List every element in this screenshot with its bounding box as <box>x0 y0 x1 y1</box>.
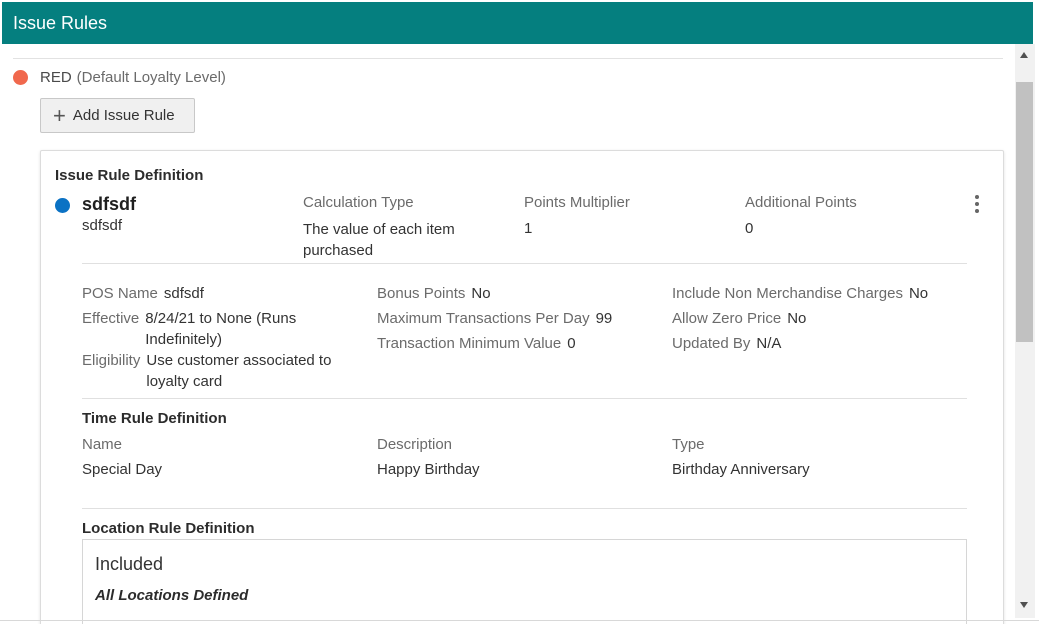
top-divider <box>13 58 1003 59</box>
eligibility-label: Eligibility <box>82 352 141 369</box>
calculation-type-value-line1: The value of each item <box>303 221 455 238</box>
additional-points-value: 0 <box>745 220 754 237</box>
additional-points-label: Additional Points <box>745 194 857 211</box>
bonus-points-value: No <box>471 285 491 302</box>
points-multiplier-label: Points Multiplier <box>524 194 630 211</box>
bonus-points-row: Bonus Points No <box>377 283 491 304</box>
time-rule-title: Time Rule Definition <box>82 410 227 427</box>
effective-row: Effective 8/24/21 to None (Runs Indefini… <box>82 308 296 350</box>
time-rule-name-label: Name <box>82 436 123 453</box>
rule-status-dot-icon <box>55 198 70 213</box>
rule-name: sdfsdf <box>82 194 136 214</box>
vertical-scrollbar[interactable] <box>1015 44 1035 618</box>
plus-icon: + <box>53 102 66 128</box>
time-rule-description-value: Happy Birthday <box>377 461 480 478</box>
add-issue-rule-button[interactable]: + Add Issue Rule <box>40 98 195 133</box>
issue-rule-card: Issue Rule Definition sdfsdf sdfsdf Calc… <box>40 150 1004 624</box>
scroll-up-icon[interactable] <box>1020 52 1028 58</box>
max-transactions-value: 99 <box>595 310 613 327</box>
effective-value-line1: 8/24/21 to None (Runs <box>145 310 297 327</box>
location-included-label: Included <box>95 554 164 574</box>
allow-zero-price-row: Allow Zero Price No <box>672 308 806 329</box>
transaction-min-value: 0 <box>567 335 576 352</box>
calculation-type-value-line2: purchased <box>303 242 374 259</box>
loyalty-level-name: RED <box>40 69 72 86</box>
time-rule-divider <box>82 398 967 399</box>
allow-zero-price-value: No <box>787 310 807 327</box>
rule-divider <box>82 263 967 264</box>
updated-by-row: Updated By N/A <box>672 333 781 354</box>
effective-value: 8/24/21 to None (Runs Indefinitely) <box>145 308 296 350</box>
issue-rules-page: Issue Rules RED (Default Loyalty Level) … <box>0 0 1039 624</box>
updated-by-value: N/A <box>756 335 782 352</box>
allow-zero-price-label: Allow Zero Price <box>672 310 782 327</box>
add-issue-rule-label: Add Issue Rule <box>72 107 175 124</box>
include-non-merch-value: No <box>908 285 929 302</box>
effective-value-line2: Indefinitely) <box>145 331 222 348</box>
loyalty-level-note: (Default Loyalty Level) <box>76 69 226 86</box>
location-rule-box: Included All Locations Defined <box>82 539 967 624</box>
calculation-type-value: The value of each item purchased <box>303 219 455 261</box>
transaction-min-row: Transaction Minimum Value 0 <box>377 333 576 354</box>
max-transactions-label: Maximum Transactions Per Day <box>377 310 590 327</box>
include-non-merch-row: Include Non Merchandise Charges No <box>672 283 928 304</box>
eligibility-value: Use customer associated to loyalty card <box>146 350 331 392</box>
time-rule-description-label: Description <box>377 436 453 453</box>
time-rule-name-value: Special Day <box>82 461 163 478</box>
transaction-min-label: Transaction Minimum Value <box>377 335 562 352</box>
scroll-down-icon[interactable] <box>1020 602 1028 608</box>
bonus-points-label: Bonus Points <box>377 285 466 302</box>
max-transactions-row: Maximum Transactions Per Day 99 <box>377 308 612 329</box>
pos-name-value: sdfsdf <box>163 285 204 302</box>
more-options-icon[interactable] <box>975 195 981 213</box>
location-rule-divider <box>82 508 967 509</box>
eligibility-row: Eligibility Use customer associated to l… <box>82 350 331 392</box>
pos-name-label: POS Name <box>82 285 158 302</box>
time-rule-type-value: Birthday Anniversary <box>672 461 810 478</box>
rule-subtitle: sdfsdf <box>82 217 123 234</box>
page-header: Issue Rules <box>2 2 1033 44</box>
loyalty-level-dot-icon <box>13 70 28 85</box>
effective-label: Effective <box>82 310 140 327</box>
time-rule-type-label: Type <box>672 436 705 453</box>
location-rule-title: Location Rule Definition <box>82 520 255 537</box>
updated-by-label: Updated By <box>672 335 751 352</box>
calculation-type-label: Calculation Type <box>303 194 414 211</box>
loyalty-level-row: RED (Default Loyalty Level) <box>13 69 226 86</box>
include-non-merch-label: Include Non Merchandise Charges <box>672 285 903 302</box>
pos-name-row: POS Name sdfsdf <box>82 283 204 304</box>
scroll-thumb[interactable] <box>1016 82 1033 342</box>
bottom-divider <box>0 620 1039 621</box>
issue-rule-definition-title: Issue Rule Definition <box>55 167 204 184</box>
eligibility-value-line2: loyalty card <box>146 373 223 390</box>
all-locations-text: All Locations Defined <box>95 587 249 604</box>
eligibility-value-line1: Use customer associated to <box>146 352 332 369</box>
page-title: Issue Rules <box>13 13 108 33</box>
points-multiplier-value: 1 <box>524 220 533 237</box>
